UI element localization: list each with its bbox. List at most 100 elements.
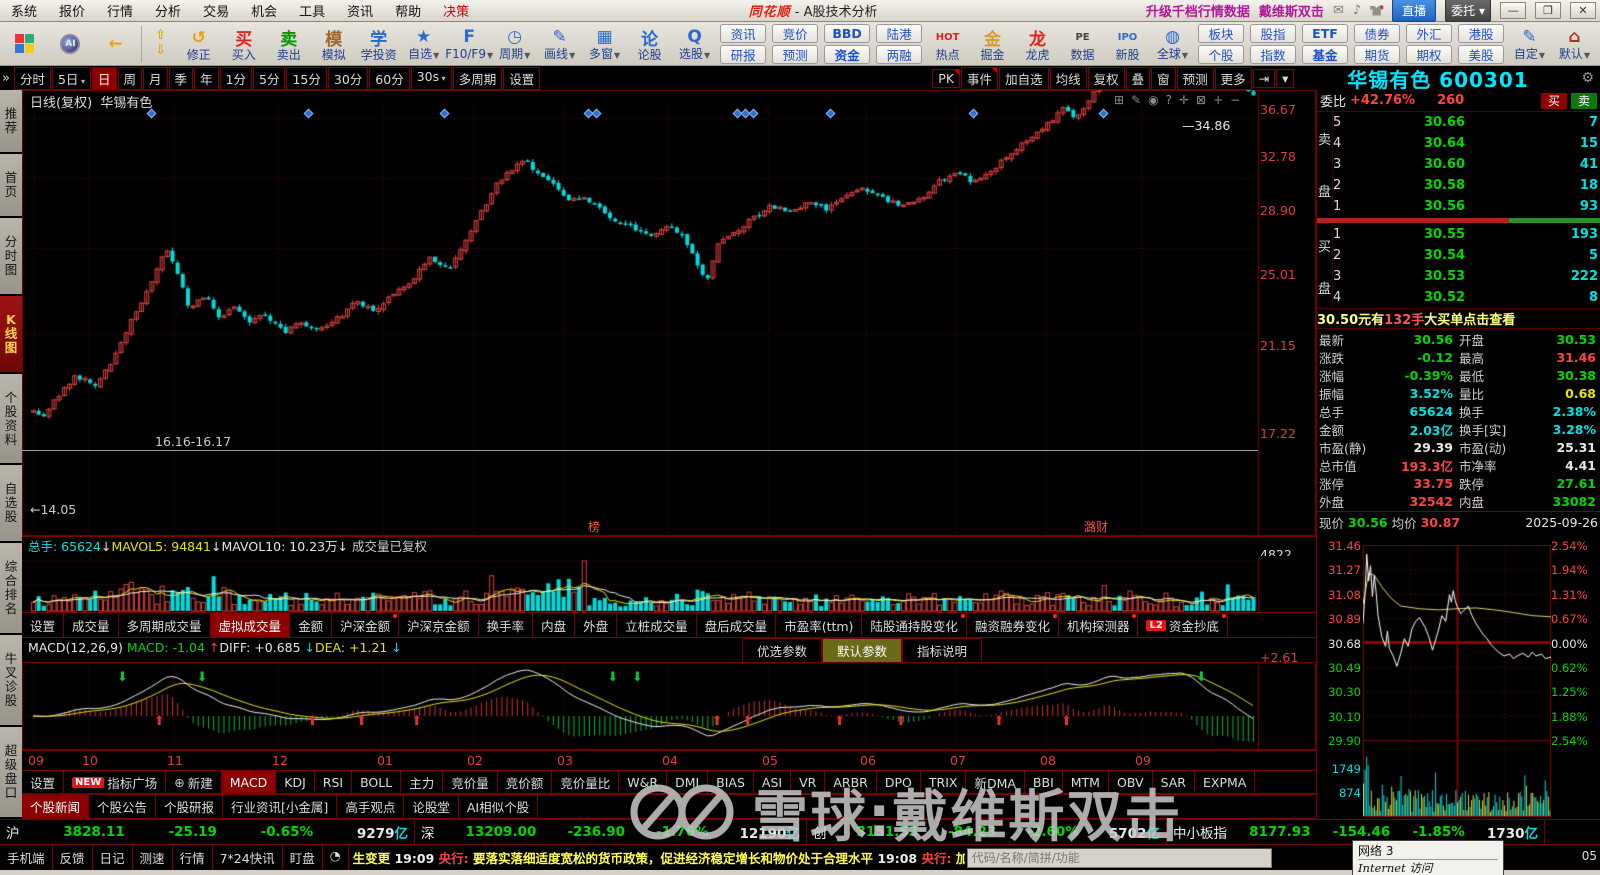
news-tab-个股新闻[interactable]: 个股新闻	[22, 795, 90, 818]
status-button-手机端[interactable]: 手机端	[0, 844, 53, 871]
shirt-icon[interactable]	[1370, 5, 1384, 16]
dropdown-arrow-icon[interactable]: ▼	[1584, 51, 1590, 60]
vol-tab-外盘[interactable]: 外盘	[575, 613, 618, 637]
mail-icon[interactable]: ✉	[1333, 3, 1344, 18]
fullscreen-icon[interactable]: ⊞	[1114, 93, 1124, 107]
big-order-notice[interactable]: 30.50元有 132手 大买单 点击查看	[1317, 308, 1600, 328]
sidebar-item-个股资料[interactable]: 个股资料	[0, 373, 22, 466]
toolbar-button-陆港[interactable]: 陆港	[876, 23, 923, 43]
weituo-button[interactable]: 委托 ▾	[1445, 0, 1491, 22]
index-group-沪[interactable]: 沪 3828.11 -25.19 -0.65% 9279亿	[0, 820, 415, 844]
buy-level-row[interactable]: 4 30.52 8	[1333, 287, 1600, 308]
dropdown-arrow-icon[interactable]: ▼	[704, 51, 710, 60]
sidebar-item-分时图[interactable]: 分时图	[0, 217, 22, 296]
toolbar-item-论股[interactable]: 论论股	[628, 23, 671, 65]
toolbar-item-模拟[interactable]: 模模拟	[312, 23, 355, 65]
toolbar-item-数据[interactable]: PE 数据	[1061, 23, 1104, 65]
period-多周期[interactable]: 多周期	[452, 66, 503, 90]
dropdown-arrow-icon[interactable]: ▼	[1539, 51, 1545, 60]
bell-icon[interactable]: ♪	[1353, 3, 1361, 18]
period-15分[interactable]: 15分	[286, 66, 327, 90]
status-button-反馈[interactable]: 反馈	[53, 844, 93, 871]
toolbar-button-ETF[interactable]: ETF	[1301, 23, 1348, 43]
indicator-tab-竞价额[interactable]: 竞价额	[498, 771, 553, 793]
indicator-tab-VR[interactable]: VR	[791, 771, 826, 793]
indicator-tab-竞价量比[interactable]: 竞价量比	[552, 771, 620, 793]
status-button-日记[interactable]: 日记	[93, 844, 133, 871]
indicator-tab-MTM[interactable]: MTM	[1063, 771, 1109, 793]
sidebar-item-综合排名[interactable]: 综合排名	[0, 543, 22, 636]
period-1分[interactable]: 1分	[219, 66, 253, 90]
sidebar-item-牛叉诊股[interactable]: 牛叉诊股	[0, 635, 22, 728]
lock-icon[interactable]: ⊠	[1196, 93, 1206, 107]
toolbar-button-竞价[interactable]: 竞价	[772, 23, 819, 43]
dropdown-arrow-icon[interactable]: ▼	[614, 51, 620, 60]
status-button-◔[interactable]: ◔	[323, 844, 349, 871]
help-icon[interactable]: ?	[1166, 93, 1172, 107]
toolbar-button-债券[interactable]: 债券	[1353, 23, 1400, 43]
tool-复权[interactable]: 复权	[1087, 66, 1125, 90]
username-link[interactable]: 戴维斯双击	[1259, 1, 1324, 20]
menu-item-行情[interactable]: 行情	[96, 5, 144, 20]
toolbar-button-指数[interactable]: 指数	[1249, 44, 1296, 64]
vol-tab-资金抄底[interactable]: L2 资金抄底	[1138, 613, 1228, 637]
indicator-tab-DMI[interactable]: DMI	[667, 771, 709, 793]
index-group-创[interactable]: 创 3151.53 -84.23 -2.60% 5702亿	[807, 820, 1167, 844]
menu-item-工具[interactable]: 工具	[288, 5, 336, 20]
kline-chart[interactable]	[22, 90, 1316, 536]
indicator-tab-MACD[interactable]: MACD	[221, 771, 277, 793]
toolbar-item-全球[interactable]: ◍ 全球▼	[1151, 23, 1194, 65]
period-月[interactable]: 月	[143, 66, 168, 90]
param-优选参数[interactable]: 优选参数	[742, 638, 823, 663]
indicator-tab-BOLL[interactable]: BOLL	[352, 771, 402, 793]
sell-level-row[interactable]: 1 30.56 93	[1333, 196, 1600, 217]
news-tab-行业资讯[小金属][interactable]: 行业资讯[小金属]	[223, 795, 338, 818]
toolbar-item-卖出[interactable]: 卖卖出	[267, 23, 310, 65]
vol-tab-成交量[interactable]: 成交量	[64, 613, 119, 637]
toolbar-button-港股[interactable]: 港股	[1457, 23, 1504, 43]
toolbar-button-板块[interactable]: 板块	[1197, 23, 1244, 43]
page-up-down-buttons[interactable]: ⇧ ⇩	[146, 29, 175, 58]
toolbar-item-back[interactable]: ←	[94, 23, 137, 65]
indicator-tab-EXPMA[interactable]: EXPMA	[1195, 771, 1256, 793]
status-button-测速[interactable]: 测速	[133, 844, 173, 871]
indicator-tab-SAR[interactable]: SAR	[1153, 771, 1195, 793]
toolbar-item-学投资[interactable]: 学学投资	[357, 23, 400, 65]
dropdown-arrow-icon[interactable]: ▼	[569, 51, 575, 60]
news-tab-高手观点[interactable]: 高手观点	[337, 795, 405, 818]
sidebar-item-自选股[interactable]: 自选股	[0, 465, 22, 544]
toolbar-button-期货[interactable]: 期货	[1353, 44, 1400, 64]
buy-level-row[interactable]: 3 30.53 222	[1333, 266, 1600, 287]
toolbar-item-周期[interactable]: ◷ 周期▼	[493, 23, 536, 65]
sidebar-item-K线图[interactable]: K线图	[0, 295, 22, 374]
status-button-行情[interactable]: 行情	[173, 844, 213, 871]
news-ticker[interactable]: 生变更 19:09 央行: 要落实落细适度宽松的货币政策，促进经济稳定增长和物价…	[353, 848, 965, 867]
dropdown-arrow-icon[interactable]: ▼	[433, 51, 439, 60]
zoom-in-icon[interactable]: +	[1213, 93, 1223, 107]
toolbar-button-基金[interactable]: 基金	[1301, 44, 1348, 64]
toolbar-button-美股[interactable]: 美股	[1457, 44, 1504, 64]
indicator-tab-DPO[interactable]: DPO	[877, 771, 921, 793]
menu-item-机会[interactable]: 机会	[240, 5, 288, 20]
toolbar-button-资金[interactable]: 资金	[824, 44, 871, 64]
menu-item-分析[interactable]: 分析	[144, 5, 192, 20]
indicator-tab-BIAS[interactable]: BIAS	[708, 771, 754, 793]
vol-tab-换手率[interactable]: 换手率	[479, 613, 534, 637]
toolbar-button-股指[interactable]: 股指	[1249, 23, 1296, 43]
menu-item-帮助[interactable]: 帮助	[384, 5, 432, 20]
down-arrow-icon[interactable]: ⇩	[146, 44, 175, 58]
sidebar-item-推荐[interactable]: 推荐	[0, 90, 22, 154]
menu-item-资讯[interactable]: 资讯	[336, 5, 384, 20]
toolbar-item-自选[interactable]: ★ 自选▼	[402, 23, 445, 65]
period-5分[interactable]: 5分	[253, 66, 286, 90]
indicator-tab-设置[interactable]: 设置	[22, 771, 65, 793]
menu-item-报价[interactable]: 报价	[48, 5, 96, 20]
vol-tab-多周期成交量[interactable]: 多周期成交量	[119, 613, 211, 637]
vol-tab-机构探测器[interactable]: 机构探测器	[1059, 613, 1139, 637]
move-icon[interactable]: ✛	[1179, 93, 1189, 107]
toolbar-item-龙虎[interactable]: 龙龙虎	[1016, 23, 1059, 65]
period-5日[interactable]: 5日 ▾	[51, 66, 91, 90]
indicator-tab-指标广场[interactable]: NEW 指标广场	[64, 771, 167, 793]
draw-icon[interactable]: ✎	[1131, 93, 1141, 107]
intraday-mini-chart[interactable]	[1363, 545, 1551, 817]
